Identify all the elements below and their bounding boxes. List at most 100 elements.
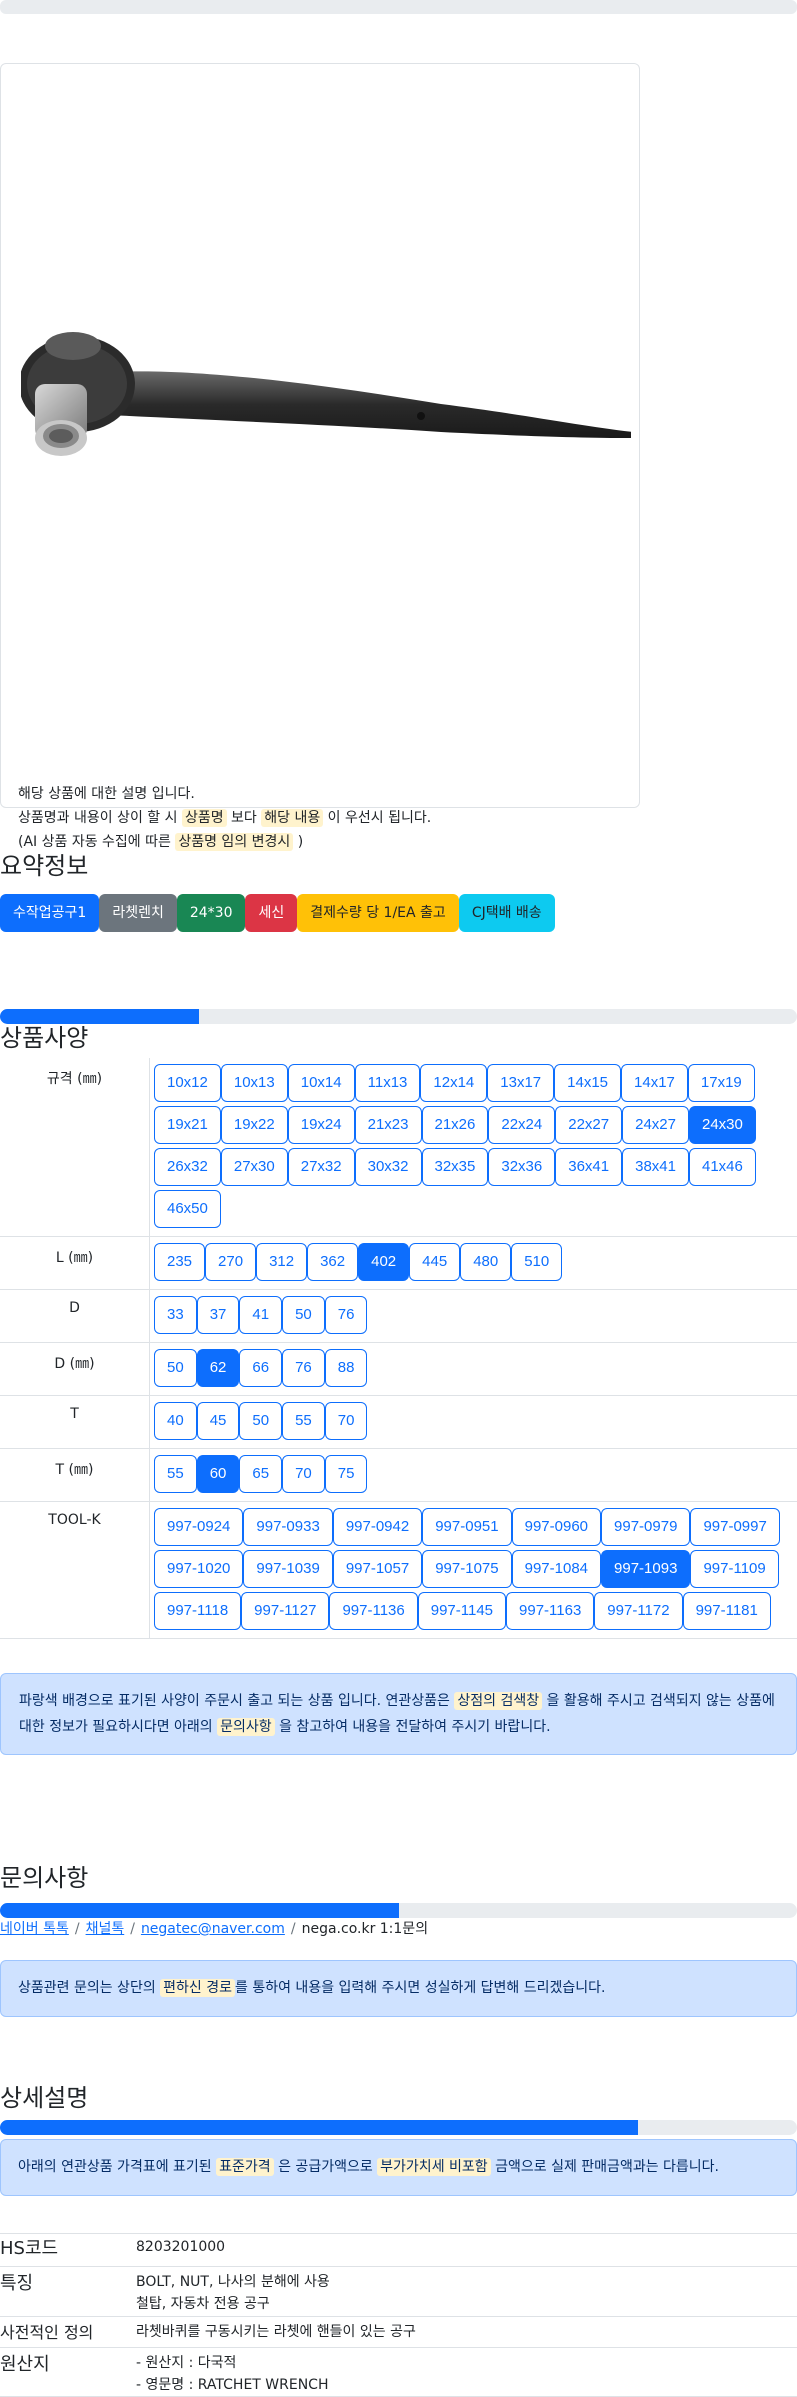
spec-option-button[interactable]: 17x19 [687, 1064, 755, 1102]
spec-option-button[interactable]: 27x30 [220, 1148, 288, 1186]
spec-option-button[interactable]: 270 [205, 1243, 257, 1281]
spec-option-button[interactable]: 997-0960 [511, 1508, 602, 1546]
spec-option-button[interactable]: 997-1172 [594, 1592, 683, 1630]
spec-option-button[interactable]: 312 [256, 1243, 308, 1281]
highlight-text: 해당 내용 [261, 809, 324, 827]
spec-option-button[interactable]: 62 [196, 1349, 240, 1387]
spec-option-button[interactable]: 22x27 [555, 1106, 623, 1144]
spec-option-button[interactable]: 997-1093 [601, 1550, 691, 1588]
spec-option-button[interactable]: 997-0942 [332, 1508, 423, 1546]
inquiry-link[interactable]: 네이버 톡톡 [0, 1921, 69, 1937]
spec-option-button[interactable]: 362 [307, 1243, 359, 1281]
spec-option-button[interactable]: 997-1039 [243, 1550, 333, 1588]
summary-title: 요약정보 [0, 852, 89, 880]
highlight-text: 부가가치세 비포함 [377, 2158, 491, 2176]
spec-option-button[interactable]: 997-1181 [682, 1592, 771, 1630]
spec-option-button[interactable]: 510 [511, 1243, 563, 1281]
spec-option-button[interactable]: 21x23 [354, 1106, 422, 1144]
spec-option-button[interactable]: 55 [282, 1402, 325, 1440]
spec-option-button[interactable]: 21x26 [421, 1106, 489, 1144]
spec-option-button[interactable]: 12x14 [420, 1064, 488, 1102]
spec-label: L (㎜) [0, 1237, 150, 1289]
spec-option-button[interactable]: 32x35 [421, 1148, 489, 1186]
spec-option-button[interactable]: 24x27 [622, 1106, 689, 1144]
product-card: 해당 상품에 대한 설명 입니다. 상품명과 내용이 상이 할 시 상품명 보다 … [0, 63, 640, 851]
link-separator: / [130, 1921, 135, 1937]
spec-option-button[interactable]: 997-1075 [422, 1550, 512, 1588]
spec-option-button[interactable]: 14x15 [554, 1064, 622, 1102]
highlight-text: 표준가격 [216, 2158, 274, 2176]
spec-option-button[interactable]: 75 [324, 1455, 368, 1493]
spec-option-button[interactable]: 19x21 [154, 1106, 221, 1144]
spec-option-button[interactable]: 60 [196, 1455, 240, 1493]
highlight-text: 편하신 경로 [160, 1979, 236, 1997]
spec-option-button[interactable]: 66 [239, 1349, 283, 1387]
spec-option-button[interactable]: 997-0951 [422, 1508, 512, 1546]
spec-option-button[interactable]: 10x13 [220, 1064, 288, 1102]
spec-option-button[interactable]: 76 [282, 1349, 325, 1387]
spec-option-button[interactable]: 19x24 [287, 1106, 355, 1144]
info-value: BOLT, NUT, 나사의 분해에 사용 철탑, 자동차 전용 공구 [136, 2269, 330, 2316]
spec-option-button[interactable]: 445 [409, 1243, 461, 1281]
spec-option-button[interactable]: 19x22 [220, 1106, 288, 1144]
spec-option-button[interactable]: 55 [154, 1455, 197, 1493]
spec-option-button[interactable]: 13x17 [487, 1064, 555, 1102]
spec-option-button[interactable]: 27x32 [287, 1148, 355, 1186]
info-row: HS코드 8203201000 [0, 2233, 797, 2267]
spec-option-button[interactable]: 65 [239, 1455, 283, 1493]
spec-option-button[interactable]: 402 [358, 1243, 410, 1281]
spec-option-button[interactable]: 997-1109 [690, 1550, 779, 1588]
spec-option-button[interactable]: 997-1084 [511, 1550, 602, 1588]
spec-option-button[interactable]: 46x50 [154, 1190, 221, 1228]
spec-option-button[interactable]: 997-1118 [154, 1592, 242, 1630]
spec-option-button[interactable]: 997-0924 [154, 1508, 244, 1546]
info-value: 라쳇바퀴를 구동시키는 라쳇에 핸들이 있는 공구 [136, 2319, 416, 2347]
spec-option-button[interactable]: 11x13 [354, 1064, 421, 1102]
spec-option-button[interactable]: 997-0933 [243, 1508, 333, 1546]
spec-option-button[interactable]: 33 [154, 1296, 197, 1334]
info-row: 사전적인 정의 라쳇바퀴를 구동시키는 라쳇에 핸들이 있는 공구 [0, 2319, 797, 2348]
spec-option-button[interactable]: 997-1020 [154, 1550, 244, 1588]
spec-option-button[interactable]: 997-1136 [329, 1592, 418, 1630]
spec-option-button[interactable]: 41 [239, 1296, 283, 1334]
spec-option-button[interactable]: 32x36 [488, 1148, 556, 1186]
spec-option-button[interactable]: 50 [282, 1296, 325, 1334]
spec-options: 40 45 50 55 70 [150, 1396, 797, 1448]
spec-option-button[interactable]: 997-1145 [417, 1592, 507, 1630]
spec-option-button[interactable]: 70 [324, 1402, 368, 1440]
spec-options: 997-0924 997-0933 997-0942 997-0951 997-0960… [150, 1502, 797, 1638]
spec-option-button[interactable]: 76 [324, 1296, 368, 1334]
spec-option-button[interactable]: 70 [282, 1455, 325, 1493]
spec-option-button[interactable]: 50 [154, 1349, 197, 1387]
spec-option-button[interactable]: 30x32 [354, 1148, 422, 1186]
spec-option-button[interactable]: 37 [196, 1296, 240, 1334]
spec-option-button[interactable]: 41x46 [689, 1148, 756, 1186]
spec-option-button[interactable]: 997-0979 [601, 1508, 691, 1546]
spec-option-button[interactable]: 14x17 [621, 1064, 688, 1102]
spec-option-button[interactable]: 45 [196, 1402, 240, 1440]
spec-option-button[interactable]: 997-1127 [241, 1592, 330, 1630]
spec-option-button[interactable]: 10x14 [287, 1064, 355, 1102]
spec-option-button[interactable]: 40 [154, 1402, 197, 1440]
spec-option-button[interactable]: 997-1057 [332, 1550, 423, 1588]
spec-label: TOOL-K [0, 1502, 150, 1638]
spec-option-button[interactable]: 50 [239, 1402, 283, 1440]
spec-option-button[interactable]: 36x41 [555, 1148, 623, 1186]
spec-option-button[interactable]: 10x12 [154, 1064, 221, 1102]
ratchet-wrench-image [21, 332, 631, 456]
spec-option-button[interactable]: 88 [324, 1349, 368, 1387]
spec-option-button[interactable]: 26x32 [154, 1148, 221, 1186]
inquiry-link[interactable]: negatec@naver.com [141, 1921, 285, 1937]
spec-option-button[interactable]: 235 [154, 1243, 206, 1281]
spec-option-button[interactable]: 997-1163 [506, 1592, 595, 1630]
spec-option-button[interactable]: 997-0997 [690, 1508, 780, 1546]
spec-options: 50 62 66 76 88 [150, 1343, 797, 1395]
spec-option-button[interactable]: 24x30 [689, 1106, 756, 1144]
spec-row: L (㎜) 235 270 312 362 402 445 480 510 [0, 1237, 797, 1290]
spec-option-button[interactable]: 480 [460, 1243, 512, 1281]
highlight-text: 상점의 검색창 [454, 1692, 543, 1710]
spec-option-button[interactable]: 22x24 [488, 1106, 556, 1144]
spec-options: 235 270 312 362 402 445 480 510 [150, 1237, 797, 1289]
spec-option-button[interactable]: 38x41 [622, 1148, 689, 1186]
inquiry-link[interactable]: 채널톡 [86, 1921, 125, 1937]
